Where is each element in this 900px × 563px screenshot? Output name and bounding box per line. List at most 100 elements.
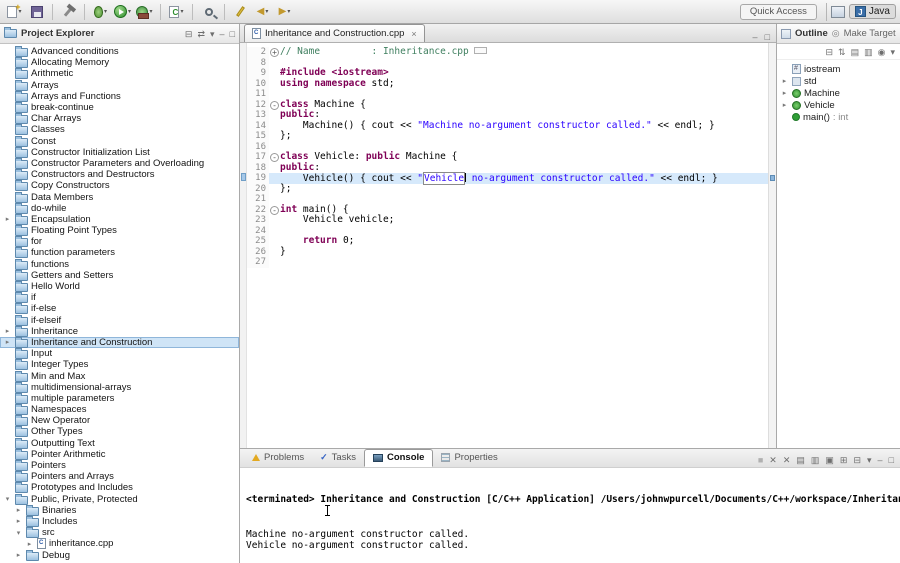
tree-item-inheritance-and-construction[interactable]: ▸ Inheritance and Construction bbox=[0, 336, 239, 349]
tree-item-advanced-conditions[interactable]: Advanced conditions bbox=[0, 46, 239, 58]
outline-item-std[interactable]: ▸ std bbox=[777, 75, 900, 87]
expand-arrow-icon[interactable]: ▸ bbox=[3, 327, 12, 335]
hide-static-members-icon[interactable]: ▥ bbox=[864, 47, 873, 57]
dropdown-arrow-icon[interactable]: ▾ bbox=[128, 8, 131, 15]
tree-item-min-and-max[interactable]: Min and Max bbox=[0, 370, 239, 382]
hide-fields-icon[interactable]: ▤ bbox=[851, 47, 860, 57]
tree-item-arrays-and-functions[interactable]: Arrays and Functions bbox=[0, 90, 239, 102]
tree-item-char-arrays[interactable]: Char Arrays bbox=[0, 113, 239, 125]
line-number[interactable]: 18 bbox=[247, 162, 269, 173]
fold-toggle-icon[interactable]: - bbox=[269, 205, 280, 216]
clear-console-icon[interactable]: ▤ bbox=[796, 455, 805, 465]
run-button[interactable]: ▾ bbox=[112, 2, 133, 21]
line-number[interactable]: 23 bbox=[247, 215, 269, 226]
tree-item-if[interactable]: if bbox=[0, 292, 239, 304]
tree-item-debug[interactable]: ▸ Debug bbox=[0, 549, 239, 561]
tree-item-new-operator[interactable]: New Operator bbox=[0, 415, 239, 427]
tree-item-constructor-initialization-list[interactable]: Constructor Initialization List bbox=[0, 146, 239, 158]
open-console-icon[interactable]: ⊟ bbox=[853, 455, 861, 465]
line-number[interactable]: 2 bbox=[247, 47, 269, 58]
outline-item-main-[interactable]: main() : int bbox=[777, 111, 900, 123]
collapse-all-icon[interactable]: ⊟ bbox=[185, 29, 193, 39]
outline-tab[interactable]: Outline bbox=[795, 28, 828, 39]
tree-item-multidimensional-arrays[interactable]: multidimensional-arrays bbox=[0, 381, 239, 393]
dropdown-arrow-icon[interactable]: ▾ bbox=[149, 8, 152, 15]
tree-item-data-members[interactable]: Data Members bbox=[0, 191, 239, 203]
view-menu-icon[interactable]: ▾ bbox=[890, 47, 895, 57]
tree-item-namespaces[interactable]: Namespaces bbox=[0, 404, 239, 416]
debug-button[interactable]: ▾ bbox=[90, 2, 111, 21]
dropdown-arrow-icon[interactable]: ▾ bbox=[180, 8, 183, 15]
expand-arrow-icon[interactable]: ▸ bbox=[3, 338, 12, 346]
expand-arrow-icon[interactable]: ▸ bbox=[25, 540, 34, 548]
overview-ruler[interactable] bbox=[768, 43, 776, 448]
save-button[interactable] bbox=[26, 2, 47, 21]
close-tab-icon[interactable]: × bbox=[411, 29, 416, 39]
expand-arrow-icon[interactable]: ▸ bbox=[14, 517, 23, 525]
external-tools-button[interactable]: ▾ bbox=[134, 2, 155, 21]
fold-toggle-icon[interactable]: + bbox=[269, 47, 280, 58]
tree-item-multiple-parameters[interactable]: multiple parameters bbox=[0, 392, 239, 404]
search-button[interactable] bbox=[198, 2, 219, 21]
dropdown-arrow-icon[interactable]: ▾ bbox=[265, 8, 268, 15]
new-wizard-button[interactable]: ▾ bbox=[4, 2, 25, 21]
tree-item-arithmetic[interactable]: Arithmetic bbox=[0, 68, 239, 80]
maximize-icon[interactable]: □ bbox=[765, 32, 770, 42]
tree-item-hello-world[interactable]: Hello World bbox=[0, 281, 239, 293]
tree-item-inheritance-cpp[interactable]: ▸ inheritance.cpp bbox=[0, 538, 239, 550]
line-number[interactable]: 8 bbox=[247, 57, 269, 68]
console-tab-tasks[interactable]: ✓ Tasks bbox=[312, 449, 364, 467]
expand-arrow-icon[interactable]: ▸ bbox=[780, 89, 789, 97]
tree-item-inheritance[interactable]: ▸ Inheritance bbox=[0, 325, 239, 337]
perspective-java-button[interactable]: J Java bbox=[848, 4, 896, 19]
build-button[interactable] bbox=[58, 2, 79, 21]
folded-region-indicator[interactable] bbox=[473, 47, 487, 54]
tree-item-src[interactable]: ▾ src bbox=[0, 527, 239, 539]
line-number[interactable]: 16 bbox=[247, 141, 269, 152]
line-number[interactable]: 24 bbox=[247, 225, 269, 236]
tree-item-other-types[interactable]: Other Types bbox=[0, 426, 239, 438]
last-edit-location-button[interactable] bbox=[230, 2, 251, 21]
code-text-area[interactable]: 2 +// Name : Inheritance.cpp 8 9 #include <i… bbox=[247, 43, 768, 448]
fold-toggle-icon[interactable]: - bbox=[269, 152, 280, 163]
tree-item-copy-constructors[interactable]: Copy Constructors bbox=[0, 180, 239, 192]
display-selected-console-icon[interactable]: ⊞ bbox=[840, 455, 848, 465]
view-menu-icon[interactable]: ▾ bbox=[210, 29, 215, 39]
console-tab-properties[interactable]: Properties bbox=[433, 449, 505, 467]
tree-item-break-continue[interactable]: break-continue bbox=[0, 102, 239, 114]
tree-item-pointer-arithmetic[interactable]: Pointer Arithmetic bbox=[0, 448, 239, 460]
hide-non-public-icon[interactable]: ◉ bbox=[878, 47, 886, 57]
quick-access-button[interactable]: Quick Access bbox=[739, 3, 817, 20]
dropdown-arrow-icon[interactable]: ▾ bbox=[104, 8, 107, 15]
line-number[interactable]: 9 bbox=[247, 68, 269, 79]
tree-item-constructors-and-destructors[interactable]: Constructors and Destructors bbox=[0, 169, 239, 181]
terminate-icon[interactable]: ■ bbox=[758, 455, 763, 465]
editor-tab-inheritance-and-construction[interactable]: Inheritance and Construction.cpp × bbox=[244, 24, 425, 42]
tree-item-outputting-text[interactable]: Outputting Text bbox=[0, 437, 239, 449]
scroll-lock-icon[interactable]: ▥ bbox=[811, 455, 820, 465]
line-number[interactable]: 12 bbox=[247, 99, 269, 110]
minimize-icon[interactable]: – bbox=[220, 29, 225, 39]
link-with-editor-icon[interactable]: ⇄ bbox=[197, 29, 205, 39]
tree-item-function-parameters[interactable]: function parameters bbox=[0, 247, 239, 259]
outline-tree[interactable]: iostream ▸ std ▸ Machine ▸ Vehiclemain() : int bbox=[777, 60, 900, 123]
console-tab-problems[interactable]: Problems bbox=[244, 449, 312, 467]
tree-item-prototypes-and-includes[interactable]: Prototypes and Includes bbox=[0, 482, 239, 494]
console-menu-icon[interactable]: ▾ bbox=[867, 455, 872, 465]
tree-item-allocating-memory[interactable]: Allocating Memory bbox=[0, 57, 239, 69]
tree-item-for[interactable]: for bbox=[0, 236, 239, 248]
collapse-all-icon[interactable]: ⊟ bbox=[825, 47, 833, 57]
forward-button[interactable]: ▾ bbox=[274, 2, 295, 21]
project-tree[interactable]: Advanced conditions Allocating Memory Arit… bbox=[0, 44, 239, 563]
line-number[interactable]: 19 bbox=[247, 173, 269, 184]
tree-item-pointers-and-arrays[interactable]: Pointers and Arrays bbox=[0, 471, 239, 483]
tree-item-public-private-protected[interactable]: ▾ Public, Private, Protected bbox=[0, 493, 239, 505]
tree-item-includes[interactable]: ▸ Includes bbox=[0, 515, 239, 527]
new-cpp-class-button[interactable]: ▾ bbox=[166, 2, 187, 21]
tree-item-do-while[interactable]: do-while bbox=[0, 202, 239, 214]
tree-item-integer-types[interactable]: Integer Types bbox=[0, 359, 239, 371]
tree-item-arrays[interactable]: Arrays bbox=[0, 79, 239, 91]
expand-arrow-icon[interactable]: ▸ bbox=[14, 551, 23, 559]
tree-item-const[interactable]: Const bbox=[0, 135, 239, 147]
tree-item-if-else[interactable]: if-else bbox=[0, 303, 239, 315]
